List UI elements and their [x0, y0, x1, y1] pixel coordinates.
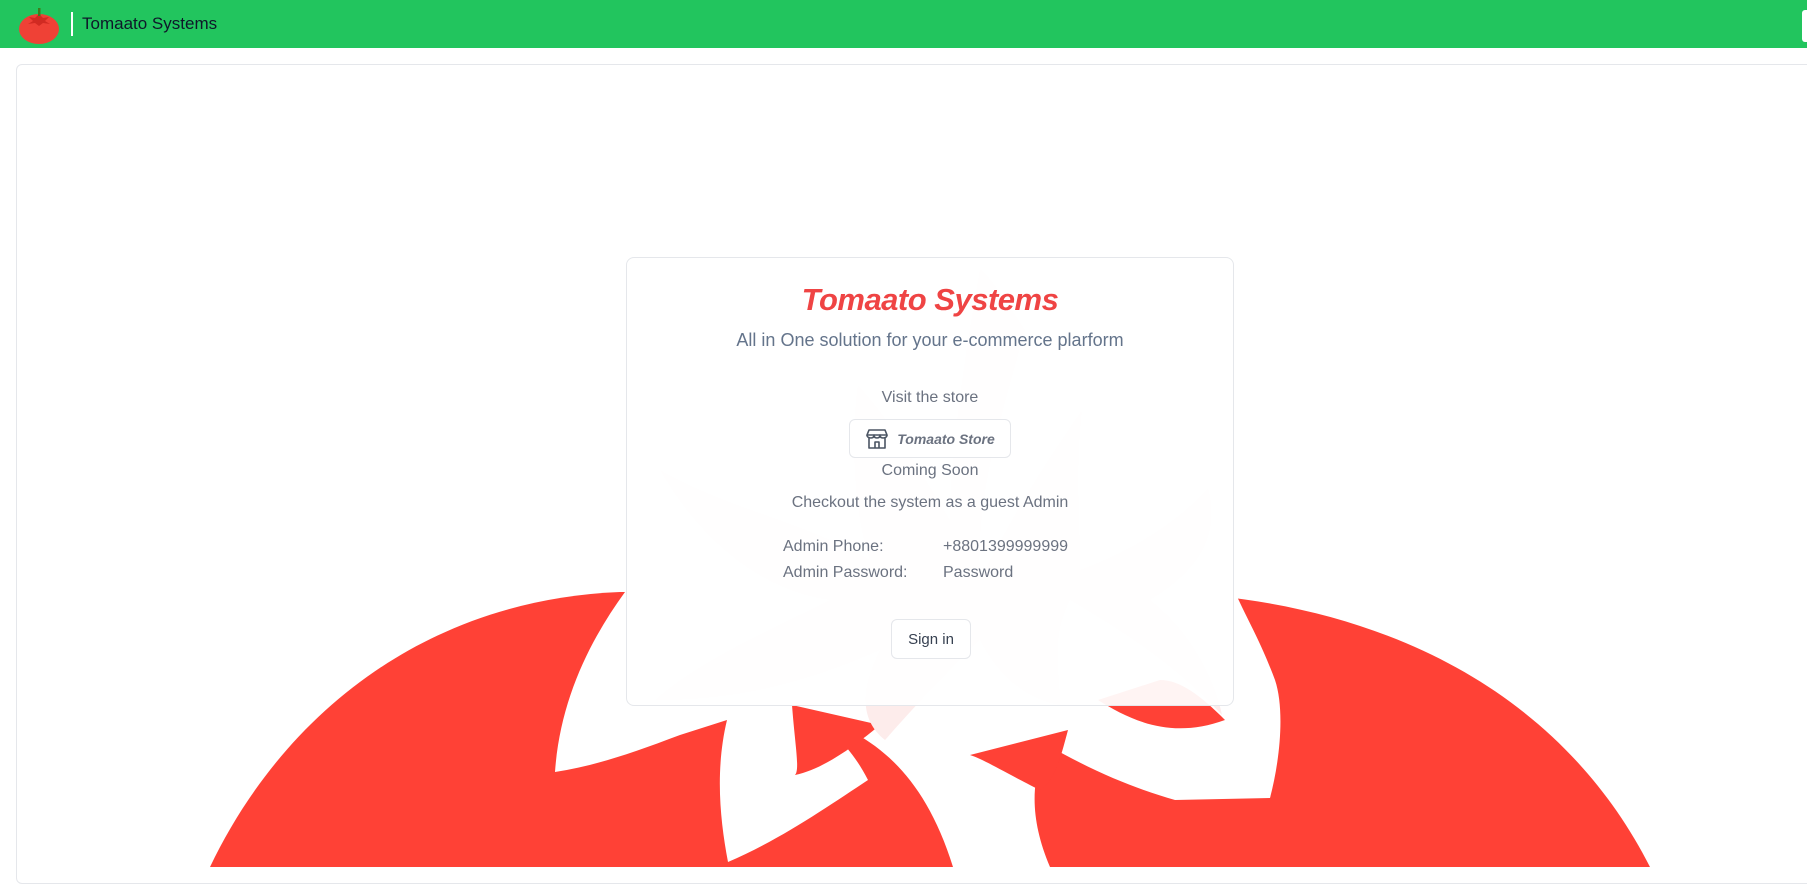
guest-admin-note: Checkout the system as a guest Admin — [791, 494, 1069, 511]
visit-store-label: Visit the store — [881, 389, 979, 406]
sign-in-button[interactable]: Sign in — [891, 619, 971, 659]
card-title: Tomaato Systems — [801, 282, 1059, 317]
coming-soon-text: Coming Soon — [881, 462, 979, 479]
admin-phone-label: Admin Phone: — [783, 538, 884, 555]
welcome-card: Tomaato Systems All in One solution for … — [626, 257, 1234, 706]
card-subtitle: All in One solution for your e-commerce … — [736, 330, 1124, 350]
admin-phone-value: +8801399999999 — [943, 538, 1069, 555]
admin-password-value: Password — [943, 564, 1014, 581]
store-button-label: Tomaato Store — [897, 430, 995, 447]
store-icon — [866, 428, 889, 449]
tomato-store-button[interactable]: Tomaato Store — [849, 419, 1011, 458]
admin-password-label: Admin Password: — [783, 564, 908, 581]
